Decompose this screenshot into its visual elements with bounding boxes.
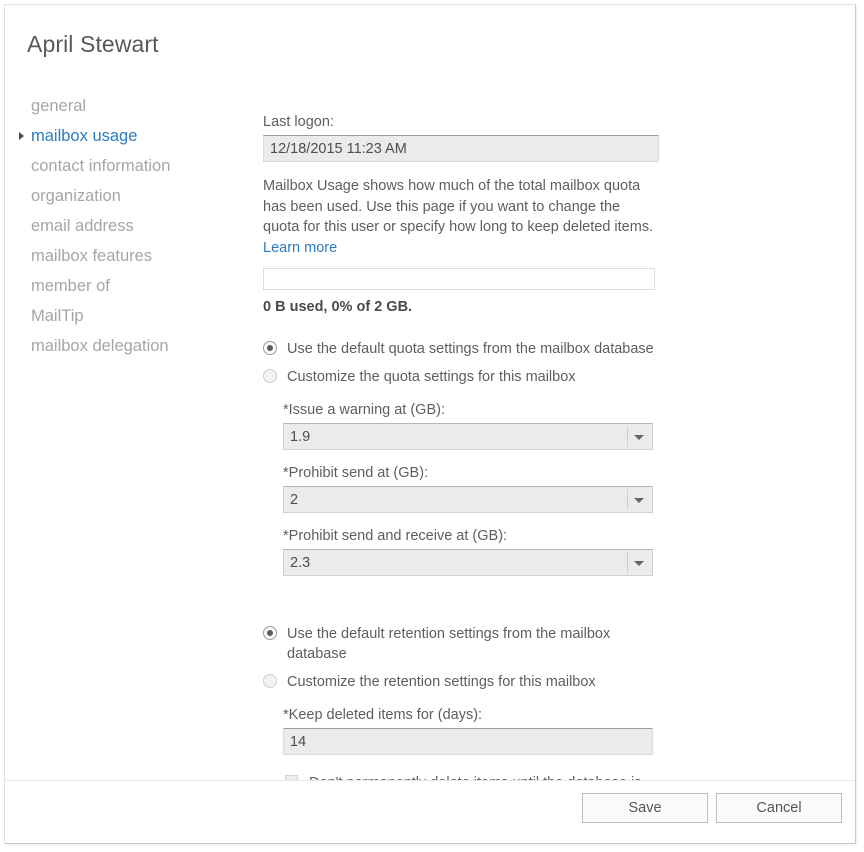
sidebar-item-mailbox-usage[interactable]: mailbox usage <box>23 121 238 151</box>
select-divider <box>627 489 628 510</box>
radio-default-retention[interactable]: Use the default retention settings from … <box>263 624 659 664</box>
radio-custom-quota[interactable]: Customize the quota settings for this ma… <box>263 367 659 387</box>
radio-default-retention-label: Use the default retention settings from … <box>287 626 610 662</box>
issue-warning-value: 1.9 <box>290 429 310 445</box>
sidebar-item-email-address[interactable]: email address <box>23 211 238 241</box>
prohibit-send-receive-label: *Prohibit send and receive at (GB): <box>283 527 653 545</box>
sidebar-item-label: mailbox delegation <box>31 337 169 355</box>
sidebar-item-label: organization <box>31 187 121 205</box>
sidebar-item-organization[interactable]: organization <box>23 181 238 211</box>
sidebar-item-label: general <box>31 97 86 115</box>
radio-default-quota-label: Use the default quota settings from the … <box>287 341 654 357</box>
select-divider <box>627 426 628 447</box>
prohibit-send-select[interactable]: 2 <box>283 486 653 513</box>
sidebar-item-member-of[interactable]: member of <box>23 271 238 301</box>
sidebar-nav: general mailbox usage contact informatio… <box>23 91 238 361</box>
select-divider <box>627 552 628 573</box>
radio-custom-quota-label: Customize the quota settings for this ma… <box>287 369 576 385</box>
detail-card: April Stewart general mailbox usage cont… <box>4 4 856 844</box>
prohibit-send-field: *Prohibit send at (GB): 2 <box>283 464 653 513</box>
issue-warning-field: *Issue a warning at (GB): 1.9 <box>283 401 653 450</box>
radio-custom-retention[interactable]: Customize the retention settings for thi… <box>263 672 659 692</box>
sidebar-item-mailbox-features[interactable]: mailbox features <box>23 241 238 271</box>
sidebar-item-mailbox-delegation[interactable]: mailbox delegation <box>23 331 238 361</box>
caret-right-icon <box>19 132 24 140</box>
radio-default-quota[interactable]: Use the default quota settings from the … <box>263 339 659 359</box>
keep-deleted-items-field: *Keep deleted items for (days): 14 <box>283 706 653 755</box>
sidebar-item-label: MailTip <box>31 307 84 325</box>
keep-deleted-items-label: *Keep deleted items for (days): <box>283 706 653 724</box>
sidebar-item-label: contact information <box>31 157 170 175</box>
issue-warning-select[interactable]: 1.9 <box>283 423 653 450</box>
page-title: April Stewart <box>27 31 159 58</box>
prohibit-send-label: *Prohibit send at (GB): <box>283 464 653 482</box>
radio-indicator-icon <box>263 369 277 383</box>
mailbox-usage-page: April Stewart general mailbox usage cont… <box>0 0 864 852</box>
issue-warning-label: *Issue a warning at (GB): <box>283 401 653 419</box>
radio-custom-retention-label: Customize the retention settings for thi… <box>287 674 596 690</box>
keep-deleted-items-input[interactable]: 14 <box>283 728 653 755</box>
learn-more-link[interactable]: Learn more <box>263 240 337 256</box>
cancel-button[interactable]: Cancel <box>716 793 842 823</box>
chevron-down-icon <box>634 498 644 503</box>
radio-indicator-icon <box>263 674 277 688</box>
radio-indicator-icon <box>263 341 277 355</box>
sidebar-item-mailtip[interactable]: MailTip <box>23 301 238 331</box>
sidebar-item-contact-information[interactable]: contact information <box>23 151 238 181</box>
section-spacer <box>263 576 663 600</box>
save-button[interactable]: Save <box>582 793 708 823</box>
footer-bar: Save Cancel <box>5 780 855 843</box>
sidebar-item-label: email address <box>31 217 134 235</box>
chevron-down-icon <box>634 561 644 566</box>
sidebar-item-general[interactable]: general <box>23 91 238 121</box>
prohibit-send-value: 2 <box>290 492 298 508</box>
chevron-down-icon <box>634 435 644 440</box>
quota-usage-text: 0 B used, 0% of 2 GB. <box>263 299 663 315</box>
prohibit-send-receive-field: *Prohibit send and receive at (GB): 2.3 <box>283 527 653 576</box>
sidebar-item-label: mailbox features <box>31 247 152 265</box>
prohibit-send-receive-select[interactable]: 2.3 <box>283 549 653 576</box>
prohibit-send-receive-value: 2.3 <box>290 555 310 571</box>
quota-settings-group: Use the default quota settings from the … <box>263 339 663 576</box>
sidebar-item-label: member of <box>31 277 110 295</box>
last-logon-label: Last logon: <box>263 113 663 131</box>
description-text: Mailbox Usage shows how much of the tota… <box>263 176 655 258</box>
sidebar-item-label: mailbox usage <box>31 127 137 145</box>
main-content: Last logon: 12/18/2015 11:23 AM Mailbox … <box>263 113 663 813</box>
description-body: Mailbox Usage shows how much of the tota… <box>263 178 653 235</box>
quota-usage-progressbar <box>263 268 655 290</box>
last-logon-value: 12/18/2015 11:23 AM <box>263 135 659 162</box>
radio-indicator-icon <box>263 626 277 640</box>
